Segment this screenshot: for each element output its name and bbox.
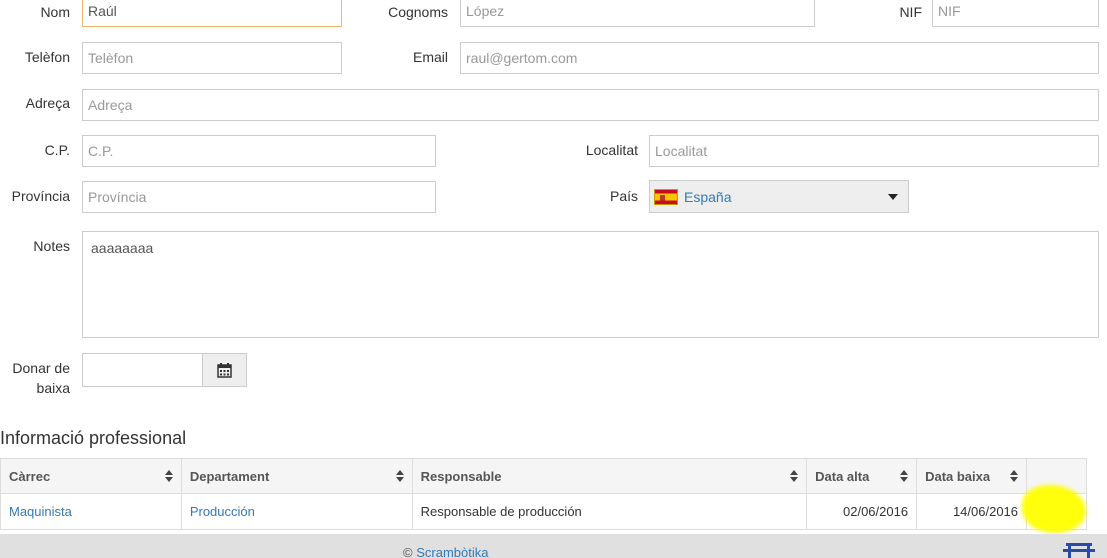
column-header-data-baixa[interactable]: Data baixa: [916, 458, 1028, 494]
carrec-link[interactable]: Maquinista: [9, 504, 72, 519]
sort-icon: [900, 470, 909, 482]
cp-input[interactable]: C.P.: [82, 135, 436, 167]
table-row: Maquinista Producción Responsable de pro…: [0, 493, 1087, 530]
chevron-down-icon: [888, 194, 898, 200]
nom-input[interactable]: Raúl: [82, 0, 342, 27]
donar-baixa-label-line2: baixa: [36, 380, 70, 396]
professional-table: Càrrec Departament Responsable Data alta…: [0, 458, 1087, 530]
spain-flag-icon: [654, 188, 678, 205]
departament-link[interactable]: Producción: [190, 504, 255, 519]
email-label: Email: [412, 49, 448, 65]
notes-label: Notes: [33, 238, 70, 254]
nif-label: NIF: [899, 4, 922, 20]
provincia-input[interactable]: Província: [82, 181, 436, 213]
calendar-icon: [217, 362, 232, 378]
notes-textarea[interactable]: aaaaaaaa: [82, 231, 1099, 338]
localitat-label: Localitat: [585, 142, 638, 158]
localitat-input[interactable]: Localitat: [649, 135, 1099, 167]
donar-baixa-date-input[interactable]: [82, 353, 204, 387]
column-header-carrec[interactable]: Càrrec: [0, 458, 182, 494]
cell-data-baixa: 14/06/2016: [916, 493, 1028, 530]
column-header-departament[interactable]: Departament: [180, 458, 413, 494]
sort-icon: [164, 470, 173, 482]
adreca-label: Adreça: [25, 95, 70, 111]
copyright-symbol: ©: [403, 545, 413, 558]
brand-link[interactable]: Scrambòtika: [416, 545, 488, 558]
nif-input[interactable]: NIF: [932, 0, 1099, 27]
provincia-label: Província: [11, 188, 70, 204]
bench-icon: [1063, 543, 1095, 558]
sort-icon: [1010, 470, 1019, 482]
pais-select[interactable]: España: [649, 180, 909, 213]
cell-carrec[interactable]: Maquinista: [0, 493, 182, 530]
cell-responsable: Responsable de producción: [411, 493, 808, 530]
cell-departament[interactable]: Producción: [180, 493, 413, 530]
column-header-responsable[interactable]: Responsable: [411, 458, 808, 494]
column-header-data-alta[interactable]: Data alta: [806, 458, 918, 494]
email-input[interactable]: raul@gertom.com: [460, 42, 1099, 74]
table-header-row: Càrrec Departament Responsable Data alta…: [0, 458, 1087, 494]
nom-label: Nom: [40, 4, 70, 20]
cp-label: C.P.: [44, 142, 70, 158]
calendar-button[interactable]: [202, 353, 247, 387]
pais-selected-value: España: [684, 188, 732, 205]
cell-data-alta: 02/06/2016: [806, 493, 918, 530]
section-title-professional: Informació professional: [0, 428, 187, 448]
sort-icon: [790, 470, 799, 482]
telefon-input[interactable]: Telèfon: [82, 42, 342, 74]
cognoms-label: Cognoms: [388, 4, 448, 20]
telefon-label: Telèfon: [24, 49, 70, 65]
donar-baixa-label: Donar de baixa: [0, 359, 70, 397]
adreca-input[interactable]: Adreça: [82, 89, 1099, 121]
sort-icon: [395, 470, 404, 482]
donar-baixa-label-line1: Donar de: [12, 360, 70, 376]
cognoms-input[interactable]: López: [460, 0, 815, 27]
footer: © Scrambòtika: [0, 534, 1107, 558]
pais-label: País: [609, 188, 638, 204]
footer-text: © Scrambòtika: [403, 545, 488, 558]
